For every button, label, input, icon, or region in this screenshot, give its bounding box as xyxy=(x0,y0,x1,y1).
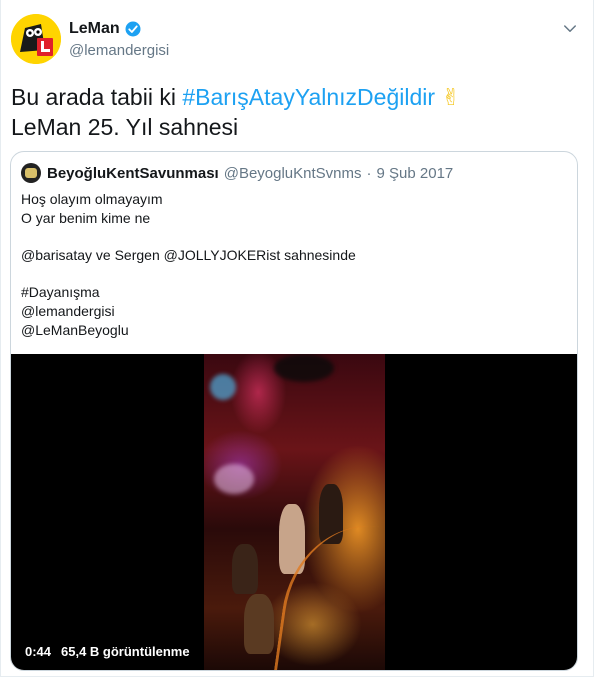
tweet-card[interactable]: LeMan @lemandergisi Bu arada tabii ki #B… xyxy=(0,0,594,677)
author-avatar[interactable] xyxy=(11,14,61,64)
quoted-tweet-header: BeyoğluKentSavunması @BeyogluKntSvnms · … xyxy=(21,163,453,183)
stage-light xyxy=(214,464,254,494)
author-display-name[interactable]: LeMan xyxy=(69,19,120,39)
hashtag-link[interactable]: #BarışAtayYalnızDeğildir xyxy=(182,84,435,110)
quoted-line: O yar benim kime ne xyxy=(21,210,151,226)
quoted-line: @barisatay ve Sergen @JOLLYJOKERist sahn… xyxy=(21,247,356,263)
quoted-tweet-body: Hoş olayım olmayayım O yar benim kime ne… xyxy=(21,190,561,340)
meta-separator: · xyxy=(366,164,372,182)
author-names: LeMan @lemandergisi xyxy=(69,19,169,61)
chevron-down-icon[interactable] xyxy=(561,20,579,38)
quoted-mention: @lemandergisi xyxy=(21,303,115,319)
quoted-author-avatar xyxy=(21,163,41,183)
tweet-text: Bu arada tabii ki #BarışAtayYalnızDeğild… xyxy=(11,82,581,142)
leman-logo-icon xyxy=(11,14,61,64)
video-thumbnail xyxy=(204,354,385,670)
video-view-count: 65,4 B görüntülenme xyxy=(61,644,190,659)
stage-light xyxy=(274,354,334,382)
tweet-text-prefix: Bu arada tabii ki xyxy=(11,84,183,110)
quoted-tweet[interactable]: BeyoğluKentSavunması @BeyogluKntSvnms · … xyxy=(10,151,578,671)
tweet-header: LeMan @lemandergisi xyxy=(11,14,585,66)
quoted-author-handle: @BeyogluKntSvnms xyxy=(223,164,362,182)
victory-hand-emoji: ✌ xyxy=(441,84,461,110)
crowd-figure xyxy=(232,544,258,594)
stage-light xyxy=(210,374,236,400)
quoted-hashtag: #Dayanışma xyxy=(21,284,100,300)
quoted-tweet-date: 9 Şub 2017 xyxy=(376,164,454,182)
video-player[interactable]: 0:44 65,4 B görüntülenme xyxy=(11,354,577,670)
quoted-mention: @LeManBeyoglu xyxy=(21,322,129,338)
author-handle[interactable]: @lemandergisi xyxy=(69,41,169,61)
tweet-text-line2: LeMan 25. Yıl sahnesi xyxy=(11,114,239,140)
quoted-author-name: BeyoğluKentSavunması xyxy=(47,164,219,182)
crowd-figure xyxy=(244,594,274,654)
quoted-line: Hoş olayım olmayayım xyxy=(21,191,163,207)
video-duration: 0:44 xyxy=(25,644,52,659)
verified-badge-icon xyxy=(125,21,141,37)
